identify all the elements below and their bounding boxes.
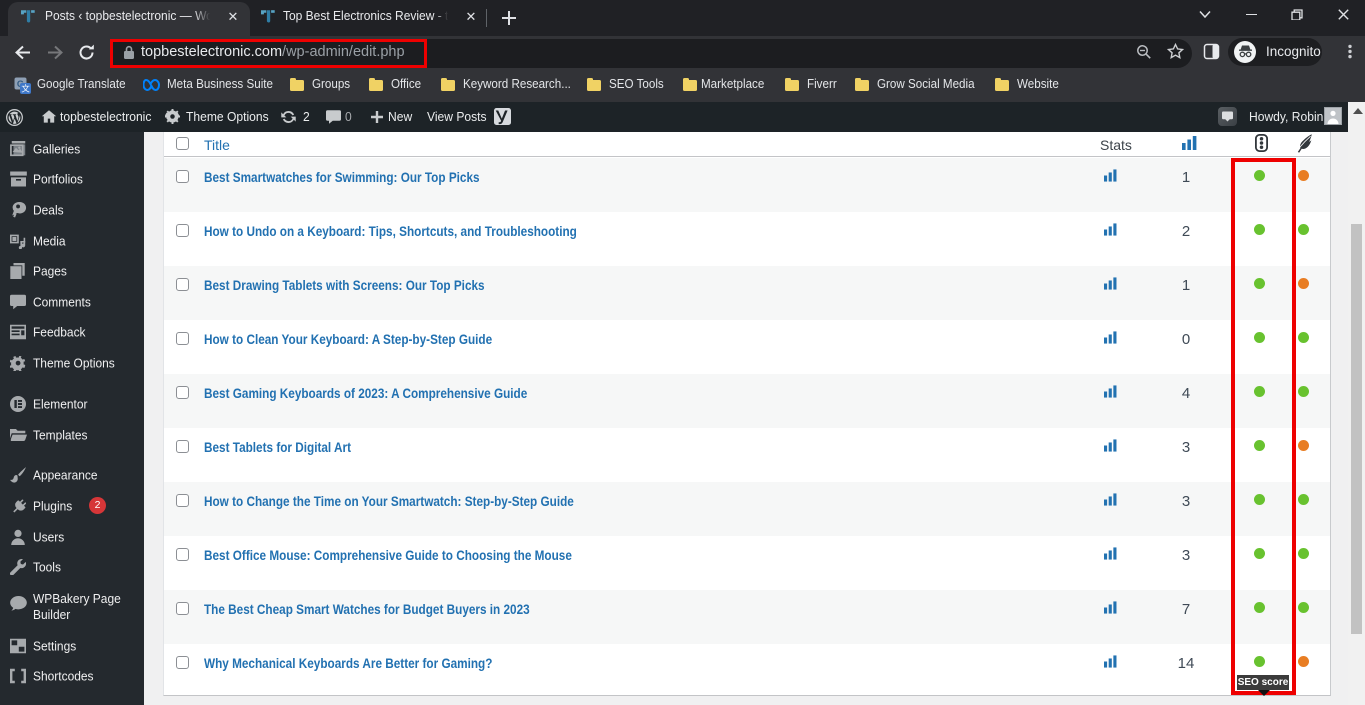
svg-text:文: 文 [21, 84, 30, 94]
